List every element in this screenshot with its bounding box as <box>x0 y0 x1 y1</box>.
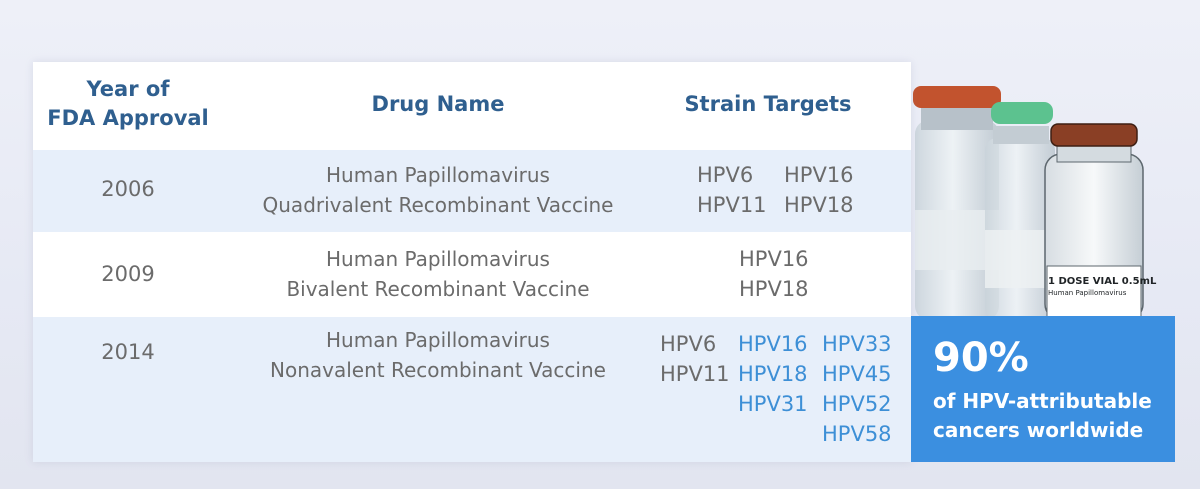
drug-line2: Bivalent Recombinant Vaccine <box>286 277 590 301</box>
drug-cell: Human Papillomavirus Nonavalent Recombin… <box>238 325 638 385</box>
strain-label-highlighted: HPV45 <box>822 362 892 386</box>
drug-line1: Human Papillomavirus <box>326 328 550 352</box>
strain-label-highlighted: HPV16 <box>738 332 808 356</box>
stat-description-line2: cancers worldwide <box>933 418 1144 442</box>
strain-label: HPV11 <box>697 193 767 217</box>
strain-label-highlighted: HPV58 <box>822 422 892 446</box>
year-cell: 2014 <box>101 340 155 364</box>
strain-label-highlighted: HPV52 <box>822 392 892 416</box>
vial-label-text: 1 DOSE VIAL 0.5mL Human Papillomavirus <box>1048 276 1157 297</box>
strain-label-highlighted: HPV33 <box>822 332 892 356</box>
strain-label: HPV16 <box>784 163 854 187</box>
hpv-vaccine-table: Year of FDA Approval Drug Name Strain Ta… <box>33 62 911 462</box>
cap-brown <box>1050 123 1138 147</box>
table-row: 2009 Human Papillomavirus Bivalent Recom… <box>33 232 911 317</box>
drug-line1: Human Papillomavirus <box>326 247 550 271</box>
header-year: Year of FDA Approval <box>33 75 223 133</box>
drug-line2: Quadrivalent Recombinant Vaccine <box>262 193 614 217</box>
strain-label-highlighted: HPV18 <box>738 362 808 386</box>
header-drug-name: Drug Name <box>371 92 505 116</box>
strain-label: HPV18 <box>784 193 854 217</box>
table-row: 2006 Human Papillomavirus Quadrivalent R… <box>33 150 911 232</box>
header-year-line2: FDA Approval <box>47 106 209 130</box>
table-row: 2014 Human Papillomavirus Nonavalent Rec… <box>33 317 911 462</box>
stat-percent: 90% <box>933 335 1029 381</box>
drug-line1: Human Papillomavirus <box>326 163 550 187</box>
strain-label: HPV18 <box>739 277 809 301</box>
vial-label-line2: Human Papillomavirus <box>1048 289 1127 297</box>
stat-callout-box: 90% of HPV-attributable cancers worldwid… <box>911 316 1175 462</box>
drug-cell: Human Papillomavirus Bivalent Recombinan… <box>238 244 638 304</box>
table-header-row: Year of FDA Approval Drug Name Strain Ta… <box>33 62 911 150</box>
header-strain-targets: Strain Targets <box>684 92 852 116</box>
cap-orange <box>913 86 1001 108</box>
year-cell: 2006 <box>101 177 155 201</box>
strain-label: HPV6 <box>697 163 754 187</box>
strain-label: HPV11 <box>660 362 730 386</box>
drug-cell: Human Papillomavirus Quadrivalent Recomb… <box>238 160 638 220</box>
strain-label-highlighted: HPV31 <box>738 392 808 416</box>
strain-label: HPV16 <box>739 247 809 271</box>
header-year-line1: Year of <box>86 77 170 101</box>
year-cell: 2009 <box>101 262 155 286</box>
vial-label-line1: 1 DOSE VIAL 0.5mL <box>1048 276 1157 287</box>
stat-description-line1: of HPV-attributable <box>933 389 1152 413</box>
strain-label: HPV6 <box>660 332 717 356</box>
drug-line2: Nonavalent Recombinant Vaccine <box>270 358 606 382</box>
vaccine-vials-illustration: 1 DOSE VIAL 0.5mL Human Papillomavirus <box>911 80 1200 321</box>
cap-green <box>991 102 1053 124</box>
